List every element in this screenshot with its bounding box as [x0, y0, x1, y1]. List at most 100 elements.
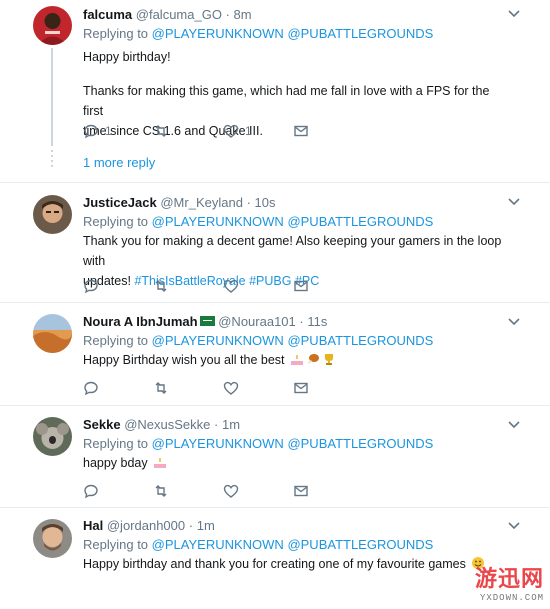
- heart-icon: [223, 279, 239, 293]
- watermark-url: YXDOWN.COM: [479, 593, 544, 603]
- avatar[interactable]: [33, 6, 72, 45]
- tweet-actions: [83, 483, 363, 499]
- replying-to: Replying to @PLAYERUNKNOWN @PUBATTLEGROU…: [83, 332, 510, 350]
- tweet-text: Happy birthday and thank you for creatin…: [83, 554, 510, 574]
- reply-button[interactable]: [83, 278, 153, 294]
- display-name[interactable]: JusticeJack: [83, 195, 157, 210]
- mention-link[interactable]: @PLAYERUNKNOWN: [152, 214, 284, 229]
- like-button[interactable]: [223, 278, 293, 294]
- reply-icon: [84, 279, 98, 294]
- separator-dot: ·: [188, 518, 194, 533]
- like-button[interactable]: 1: [223, 123, 293, 139]
- chevron-down-icon[interactable]: [508, 522, 520, 530]
- message-button[interactable]: [293, 278, 363, 294]
- mention-link[interactable]: @PUBATTLEGROUNDS: [287, 537, 433, 552]
- tweet[interactable]: JusticeJack @Mr_Keyland · 10s Replying t…: [0, 183, 550, 303]
- user-handle[interactable]: @jordanh000: [107, 518, 185, 533]
- timestamp[interactable]: 10s: [255, 195, 276, 210]
- replying-to: Replying to @PLAYERUNKNOWN @PUBATTLEGROU…: [83, 25, 510, 43]
- envelope-icon: [294, 280, 308, 292]
- timestamp[interactable]: 8m: [234, 7, 252, 22]
- tweet[interactable]: Sekke @NexusSekke · 1m Replying to @PLAY…: [0, 406, 550, 508]
- display-name[interactable]: Sekke: [83, 417, 121, 432]
- tweet-text-line: Happy birthday and thank you for creatin…: [83, 557, 466, 571]
- mention-link[interactable]: @PLAYERUNKNOWN: [152, 436, 284, 451]
- tweet-actions: [83, 380, 363, 396]
- tweet-text-line: [83, 67, 510, 81]
- replying-label: Replying to: [83, 214, 149, 229]
- tweet-text-line: Thanks for making this game, which had m…: [83, 84, 490, 118]
- like-button[interactable]: [223, 483, 293, 499]
- retweet-icon: [155, 485, 167, 497]
- mention-link[interactable]: @PUBATTLEGROUNDS: [287, 436, 433, 451]
- chevron-down-icon[interactable]: [508, 10, 520, 18]
- mention-link[interactable]: @PLAYERUNKNOWN: [152, 537, 284, 552]
- mention-link[interactable]: @PUBATTLEGROUNDS: [287, 214, 433, 229]
- retweet-icon: [155, 125, 167, 137]
- tweet-text-line: Happy Birthday wish you all the best: [83, 353, 285, 367]
- avatar[interactable]: [33, 519, 72, 558]
- tweet[interactable]: Noura A IbnJumah @Nouraa101 · 11s Replyi…: [0, 303, 550, 406]
- tweet-header: Sekke @NexusSekke · 1m: [83, 416, 510, 433]
- drumstick-emoji: [307, 354, 319, 364]
- timestamp[interactable]: 1m: [222, 417, 240, 432]
- reply-icon: [84, 484, 98, 499]
- display-name[interactable]: Noura A IbnJumah: [83, 314, 198, 329]
- tweet-header: Hal @jordanh000 · 1m: [83, 517, 510, 534]
- separator-dot: ·: [246, 195, 251, 210]
- replying-label: Replying to: [83, 537, 149, 552]
- display-name[interactable]: Hal: [83, 518, 103, 533]
- retweet-button[interactable]: [153, 278, 223, 294]
- chevron-down-icon[interactable]: [508, 318, 520, 326]
- tweet[interactable]: falcuma @falcuma_GO · 8m Replying to @PL…: [0, 0, 550, 183]
- chevron-down-icon[interactable]: [508, 421, 520, 429]
- mention-link[interactable]: @PUBATTLEGROUNDS: [287, 26, 433, 41]
- chevron-down-icon[interactable]: [508, 198, 520, 206]
- reply-button[interactable]: [83, 483, 153, 499]
- watermark: 游迅网 YXDOWN.COM: [475, 561, 544, 603]
- tweet-header: falcuma @falcuma_GO · 8m: [83, 6, 510, 23]
- like-button[interactable]: [223, 380, 293, 396]
- thread-line: [51, 48, 53, 146]
- replying-label: Replying to: [83, 26, 149, 41]
- separator-dot: ·: [299, 314, 304, 329]
- replying-to: Replying to @PLAYERUNKNOWN @PUBATTLEGROU…: [83, 435, 510, 453]
- user-handle[interactable]: @Mr_Keyland: [160, 195, 243, 210]
- tweet-actions: [83, 278, 363, 294]
- more-replies-link[interactable]: 1 more reply: [83, 155, 155, 170]
- avatar[interactable]: [33, 417, 72, 456]
- trophy-emoji: [324, 354, 333, 365]
- reply-icon: [84, 124, 98, 139]
- cake-emoji: [290, 355, 303, 365]
- mention-link[interactable]: @PUBATTLEGROUNDS: [287, 333, 433, 348]
- mention-link[interactable]: @PLAYERUNKNOWN: [152, 333, 284, 348]
- message-button[interactable]: [293, 380, 363, 396]
- tweet-text: Happy Birthday wish you all the best: [83, 350, 510, 370]
- retweet-icon: [155, 280, 167, 292]
- retweet-button[interactable]: [153, 123, 223, 139]
- user-handle[interactable]: @NexusSekke: [124, 417, 210, 432]
- watermark-logo: 游迅网: [474, 566, 544, 592]
- tweet[interactable]: Hal @jordanh000 · 1m Replying to @PLAYER…: [0, 508, 550, 609]
- reply-button[interactable]: 1: [83, 123, 153, 139]
- reply-button[interactable]: [83, 380, 153, 396]
- avatar[interactable]: [33, 195, 72, 234]
- like-count: 1: [245, 124, 252, 138]
- retweet-button[interactable]: [153, 380, 223, 396]
- tweet-actions: 1 1: [83, 123, 363, 139]
- message-button[interactable]: [293, 483, 363, 499]
- separator-dot: ·: [225, 7, 230, 22]
- user-handle[interactable]: @Nouraa101: [218, 314, 296, 329]
- mention-link[interactable]: @PLAYERUNKNOWN: [152, 26, 284, 41]
- timestamp[interactable]: 1m: [197, 518, 215, 533]
- tweet-text: happy bday: [83, 453, 510, 473]
- timestamp[interactable]: 11s: [307, 314, 327, 329]
- message-button[interactable]: [293, 123, 363, 139]
- retweet-button[interactable]: [153, 483, 223, 499]
- tweet-text-line: happy bday: [83, 456, 148, 470]
- user-handle[interactable]: @falcuma_GO: [136, 7, 222, 22]
- heart-icon: [223, 381, 239, 395]
- avatar[interactable]: [33, 314, 72, 353]
- tweet-text-line: Thank you for making a decent game! Also…: [83, 234, 502, 268]
- display-name[interactable]: falcuma: [83, 7, 132, 22]
